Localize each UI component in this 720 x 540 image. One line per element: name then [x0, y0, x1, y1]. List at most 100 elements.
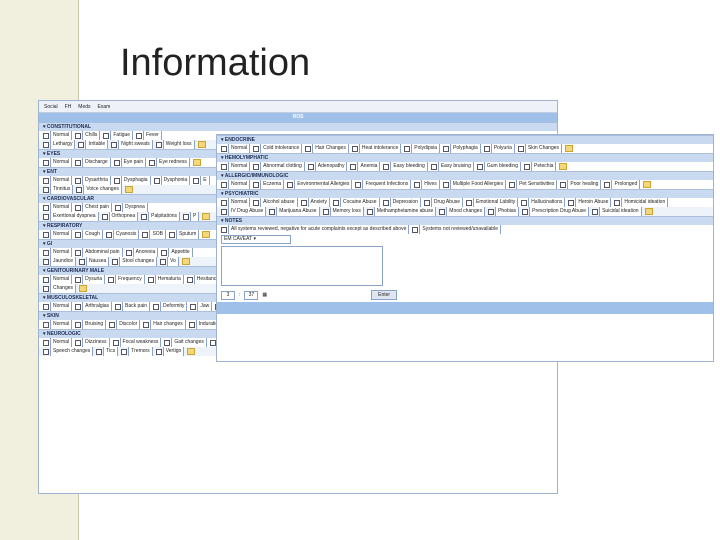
- option-frequent-infections[interactable]: Frequent Infections: [355, 180, 412, 189]
- checkbox[interactable]: [43, 285, 49, 292]
- option-eye-redness[interactable]: Eye redness: [149, 158, 190, 167]
- checkbox[interactable]: [43, 159, 49, 166]
- option-hair-changes[interactable]: Hair changes: [143, 320, 186, 329]
- option-easy-bruising[interactable]: Easy bruising: [430, 162, 474, 171]
- checkbox[interactable]: [43, 132, 49, 139]
- checkbox[interactable]: [43, 249, 49, 256]
- checkbox[interactable]: [521, 199, 528, 206]
- checkbox[interactable]: [164, 339, 171, 346]
- checkbox[interactable]: [43, 204, 49, 211]
- option-anxiety[interactable]: Anxiety: [300, 198, 330, 207]
- checkbox[interactable]: [307, 163, 314, 170]
- option-phobias[interactable]: Phobias: [488, 207, 520, 216]
- note-icon[interactable]: [181, 258, 190, 265]
- checkbox[interactable]: [466, 199, 473, 206]
- checkbox[interactable]: [121, 348, 128, 355]
- option-bruising[interactable]: Bruising: [75, 320, 107, 329]
- option-polydipsia[interactable]: Polydipsia: [404, 144, 441, 153]
- checkbox[interactable]: [43, 303, 49, 310]
- option-prescription-drug-abuse[interactable]: Prescription Drug Abuse: [522, 207, 590, 216]
- checkbox[interactable]: [253, 199, 260, 206]
- option-deformity[interactable]: Deformity: [153, 302, 188, 311]
- note-icon[interactable]: [79, 285, 88, 292]
- note-icon[interactable]: [565, 145, 574, 152]
- checkbox[interactable]: [253, 181, 260, 188]
- option-tinnitus[interactable]: Tinnitus: [43, 185, 74, 194]
- option-normal[interactable]: Normal: [43, 203, 73, 212]
- option-p[interactable]: P: [183, 212, 200, 221]
- option-normal[interactable]: Normal: [43, 338, 73, 347]
- option-e[interactable]: E: [193, 176, 210, 185]
- note-icon[interactable]: [187, 348, 196, 355]
- option-dyspnea[interactable]: Dyspnea: [115, 203, 148, 212]
- option-vertigo[interactable]: Vertigo: [155, 347, 185, 356]
- option-pet-sensitivities[interactable]: Pet Sensitivities: [509, 180, 558, 189]
- option-stool-changes[interactable]: Stool changes: [112, 257, 157, 266]
- minute-input[interactable]: 37: [244, 290, 259, 300]
- checkbox[interactable]: [383, 163, 390, 170]
- notes-dropdown[interactable]: EM CAVEAT ▾: [221, 235, 291, 244]
- checkbox[interactable]: [221, 208, 227, 215]
- checkbox[interactable]: [142, 231, 149, 238]
- checkbox[interactable]: [522, 208, 529, 215]
- checkbox[interactable]: [43, 177, 49, 184]
- option-hives[interactable]: Hives: [414, 180, 440, 189]
- checkbox[interactable]: [112, 258, 119, 265]
- option-tremors[interactable]: Tremors: [121, 347, 153, 356]
- option-jaw[interactable]: Jaw: [190, 302, 213, 311]
- note-icon[interactable]: [197, 141, 206, 148]
- option-skin-changes[interactable]: Skin Changes: [517, 144, 563, 153]
- checkbox[interactable]: [476, 163, 483, 170]
- option-anorexia[interactable]: Anorexia: [125, 248, 159, 257]
- option-cocaine-abuse[interactable]: Cocaine Abuse: [332, 198, 380, 207]
- option-normal[interactable]: Normal: [43, 320, 73, 329]
- checkbox[interactable]: [153, 303, 159, 310]
- option-alcohol-abuse[interactable]: Alcohol abuse: [253, 198, 298, 207]
- option-frequency[interactable]: Frequency: [108, 275, 145, 284]
- note-icon[interactable]: [192, 159, 201, 166]
- checkbox[interactable]: [300, 199, 307, 206]
- option-normal[interactable]: Normal: [43, 275, 73, 284]
- note-icon[interactable]: [202, 213, 211, 220]
- checkbox[interactable]: [442, 181, 449, 188]
- checkbox[interactable]: [75, 339, 82, 346]
- option-methamphetamine-abuse[interactable]: Methamphetamine abuse: [366, 207, 437, 216]
- checkbox[interactable]: [96, 348, 103, 355]
- checkbox[interactable]: [221, 181, 227, 188]
- checkbox[interactable]: [443, 145, 450, 152]
- checkbox[interactable]: [113, 177, 120, 184]
- checkbox[interactable]: [305, 145, 312, 152]
- checkbox[interactable]: [221, 199, 227, 206]
- checkbox[interactable]: [404, 145, 411, 152]
- option-homicidal-ideation[interactable]: Homicidal ideation: [614, 198, 669, 207]
- option-chills[interactable]: Chills: [75, 131, 101, 140]
- option-iv-drug-abuse[interactable]: IV Drug Abuse: [221, 207, 267, 216]
- checkbox[interactable]: [155, 348, 162, 355]
- option-palpitations[interactable]: Palpitations: [141, 212, 181, 221]
- checkbox[interactable]: [169, 231, 175, 238]
- checkbox[interactable]: [75, 249, 82, 256]
- option-dysphagia[interactable]: Dysphagia: [113, 176, 151, 185]
- option-hematuria[interactable]: Hematuria: [147, 275, 184, 284]
- checkbox[interactable]: [75, 177, 82, 184]
- section-header-hemolymphatic[interactable]: HEMOLYMPHATIC: [217, 153, 713, 162]
- option-normal[interactable]: Normal: [221, 162, 251, 171]
- option-normal[interactable]: Normal: [221, 180, 251, 189]
- checkbox[interactable]: [75, 132, 82, 139]
- option-normal[interactable]: Normal: [43, 176, 73, 185]
- checkbox[interactable]: [439, 208, 446, 215]
- checkbox[interactable]: [366, 208, 373, 215]
- calendar-icon[interactable]: ▦: [262, 292, 267, 298]
- option-sob[interactable]: SOB: [142, 230, 166, 239]
- checkbox[interactable]: [155, 141, 162, 148]
- checkbox[interactable]: [350, 163, 357, 170]
- checkbox[interactable]: [430, 163, 437, 170]
- checkbox[interactable]: [43, 141, 49, 148]
- checkbox[interactable]: [108, 276, 115, 283]
- option-sputum[interactable]: Sputum: [169, 230, 200, 239]
- option-fatigue[interactable]: Fatigue: [103, 131, 134, 140]
- option-exertional-dyspnea[interactable]: Exertional dyspnea: [43, 212, 99, 221]
- checkbox[interactable]: [75, 231, 82, 238]
- checkbox[interactable]: [79, 258, 86, 265]
- option-arthralgias[interactable]: Arthralgias: [75, 302, 113, 311]
